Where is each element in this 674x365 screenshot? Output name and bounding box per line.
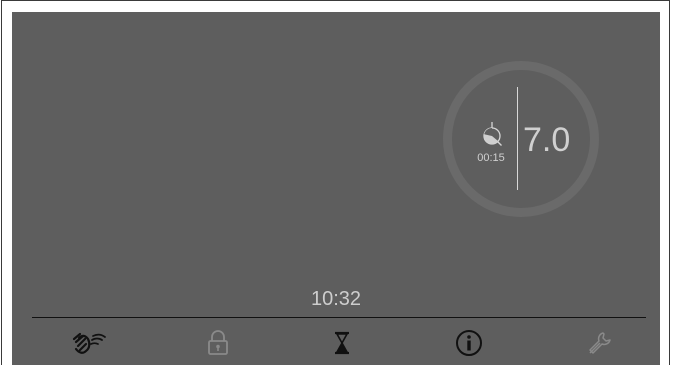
toolbar-divider (32, 317, 646, 318)
lock-button[interactable] (198, 328, 238, 358)
dial-divider (517, 87, 518, 190)
timer-icon (483, 122, 502, 146)
timer-button[interactable] (322, 328, 362, 358)
info-button[interactable] (449, 328, 489, 358)
program-value: 7.0 (523, 121, 571, 159)
timer-indicator: 00:15 (471, 121, 511, 171)
info-icon (456, 330, 482, 356)
hand-wave-button[interactable] (70, 328, 110, 358)
timer-remaining: 00:15 (477, 152, 505, 164)
hand-wave-icon (72, 332, 106, 354)
settings-button[interactable] (580, 328, 620, 358)
clock: 10:32 (310, 288, 362, 310)
program-dial[interactable] (443, 61, 599, 217)
device-screen: 00:15 7.0 10:32 (12, 12, 660, 365)
toolbar (12, 319, 660, 365)
hourglass-icon (335, 331, 349, 355)
wrench-icon (589, 332, 611, 354)
lock-icon (208, 330, 228, 355)
